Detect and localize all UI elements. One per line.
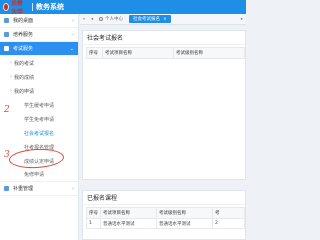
close-icon[interactable]: × bbox=[163, 17, 167, 22]
sidebar-sub-course-exemption[interactable]: 免修申请 bbox=[0, 168, 78, 182]
sidebar-group-label: 考试服务 bbox=[13, 46, 34, 52]
app-title: 教务系统 bbox=[36, 3, 64, 11]
cell-extra: 2 bbox=[212, 218, 245, 229]
training-icon bbox=[4, 32, 9, 37]
university-logo: 长春大学 bbox=[3, 0, 27, 16]
chevron-down-icon: ⌄ bbox=[69, 46, 74, 52]
column-header-exam-name: 考试项目名称 bbox=[100, 207, 157, 219]
column-header-index: 序号 bbox=[86, 47, 103, 59]
chevron-right-icon: › bbox=[72, 18, 74, 24]
tab-back-button[interactable]: ◂ bbox=[88, 17, 96, 22]
caret-icon: › bbox=[10, 60, 12, 66]
panel-title: 已报名课程 bbox=[83, 191, 245, 205]
registered-courses-panel: 已报名课程 序号 考试项目名称 考试级别名称 考 1 普通话水平测试 普通话水平… bbox=[82, 190, 246, 240]
sidebar-group-exam[interactable]: 考试服务 ⌄ bbox=[0, 42, 78, 56]
chevron-right-icon: › bbox=[72, 32, 74, 38]
cell-exam-level: 普通话水平测试 bbox=[156, 218, 213, 229]
sidebar: 我的桌面 › 培养服务 › 考试服务 ⌄ › 我的考试 › 我的成绩 › 我的申… bbox=[0, 14, 79, 240]
column-header-exam-name: 考试项目名称 bbox=[102, 47, 174, 59]
top-header: 长春大学 教务系统 bbox=[0, 0, 246, 16]
column-header-exam-level: 考试级别名称 bbox=[173, 47, 245, 59]
tab-label: 个人中心 bbox=[105, 17, 123, 22]
sidebar-item-my-exams[interactable]: › 我的考试 bbox=[0, 56, 78, 70]
table-row[interactable]: 1 普通话水平测试 普通话水平测试 2 bbox=[86, 218, 245, 229]
sidebar-sub-label: 学生免考申请 bbox=[24, 116, 55, 123]
sidebar-sub-label: 学生缓考申请 bbox=[24, 102, 55, 109]
sidebar-group-label: 补重管理 bbox=[13, 186, 34, 192]
table-header-row: 序号 考试项目名称 考试级别名称 bbox=[86, 47, 245, 59]
sidebar-group-label: 我的桌面 bbox=[13, 18, 34, 24]
sidebar-sub-label: 免修申请 bbox=[24, 172, 45, 178]
desktop-icon bbox=[4, 18, 9, 23]
tab-scroll-left-button[interactable]: « bbox=[80, 17, 88, 22]
sidebar-item-label: 我的成绩 bbox=[14, 74, 35, 81]
header-divider bbox=[32, 3, 33, 11]
tab-social-exam-registration[interactable]: 社会考试报名 × bbox=[129, 15, 171, 23]
tab-personal-center[interactable]: 个人中心 bbox=[99, 16, 123, 22]
registration-table: 序号 考试项目名称 考试级别名称 bbox=[86, 47, 245, 59]
exam-icon bbox=[4, 46, 9, 51]
caret-icon: › bbox=[10, 74, 12, 80]
sidebar-sub-exam-exemption[interactable]: 学生免考申请 bbox=[0, 112, 78, 126]
sidebar-item-label: 我的申请 bbox=[14, 88, 35, 95]
sidebar-item-my-grades[interactable]: › 我的成绩 bbox=[0, 70, 78, 84]
sidebar-sub-social-exam-registration[interactable]: 社会考试报名 bbox=[0, 126, 78, 140]
tab-scroll-right-button[interactable]: ▸ bbox=[238, 17, 246, 22]
caret-icon: › bbox=[10, 88, 12, 94]
university-seal-icon bbox=[3, 3, 10, 11]
sidebar-item-label: 我的考试 bbox=[14, 60, 35, 67]
column-header-index: 序号 bbox=[86, 207, 101, 219]
registration-panel: 社会考试报名 序号 考试项目名称 考试级别名称 bbox=[82, 30, 246, 180]
cell-index: 1 bbox=[86, 218, 101, 229]
sidebar-sub-label: 社会考试报名 bbox=[24, 130, 55, 137]
table-header-row: 序号 考试项目名称 考试级别名称 考 bbox=[86, 207, 245, 219]
annotation-number-two: 2 bbox=[4, 105, 10, 115]
cell-exam-name: 普通话水平测试 bbox=[100, 218, 157, 229]
sidebar-sub-deferred-exam[interactable]: 学生缓考申请 bbox=[0, 98, 78, 112]
column-header-exam-extra: 考 bbox=[212, 207, 245, 219]
tab-label: 社会考试报名 bbox=[133, 17, 160, 22]
sidebar-group-desktop[interactable]: 我的桌面 › bbox=[0, 14, 78, 28]
retake-icon bbox=[4, 186, 9, 191]
sidebar-group-training[interactable]: 培养服务 › bbox=[0, 28, 78, 42]
chevron-right-icon: › bbox=[72, 186, 74, 192]
tab-bar: « ◂ 个人中心 社会考试报名 × ▸ bbox=[80, 14, 246, 25]
panel-title: 社会考试报名 bbox=[83, 31, 245, 45]
home-icon bbox=[99, 17, 103, 21]
sidebar-item-my-applications[interactable]: › 我的申请 bbox=[0, 84, 78, 98]
sidebar-group-retake[interactable]: 补重管理 › bbox=[0, 182, 78, 196]
column-header-exam-level: 考试级别名称 bbox=[156, 207, 213, 219]
sidebar-group-label: 培养服务 bbox=[13, 32, 34, 38]
registered-table: 序号 考试项目名称 考试级别名称 考 1 普通话水平测试 普通话水平测试 2 bbox=[86, 207, 245, 229]
